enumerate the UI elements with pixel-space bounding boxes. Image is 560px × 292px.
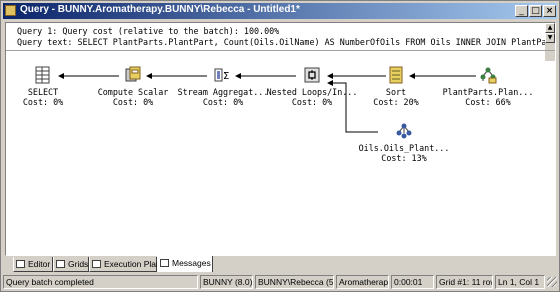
status-database: Aromatherapy — [336, 275, 389, 289]
stream-aggregate-icon: Σ — [214, 68, 229, 82]
status-elapsed: 0:00:01 — [391, 275, 434, 289]
clustered-index-scan-icon — [480, 67, 497, 84]
query-window-icon — [5, 5, 16, 16]
plan-node-nested-loops[interactable]: Nested Loops/In... Cost: 0% — [264, 66, 360, 107]
status-message: Query batch completed — [3, 275, 198, 289]
editor-icon — [16, 260, 25, 268]
tab-label: Grids — [68, 259, 89, 269]
nested-loops-icon — [304, 67, 320, 83]
tab-label: Editor — [28, 259, 51, 269]
compute-scalar-icon — [125, 66, 141, 82]
node-name: Oils.Oils_Plant... — [358, 143, 450, 153]
select-icon — [35, 66, 50, 84]
node-name: Sort — [385, 87, 407, 97]
status-grid-rows: Grid #1: 11 rows — [436, 275, 493, 289]
status-user: BUNNY\Rebecca (51) — [255, 275, 334, 289]
status-server: BUNNY (8.0) — [200, 275, 253, 289]
execution-plan-icon — [92, 260, 101, 268]
tab-label: Execution Plan — [104, 259, 161, 269]
node-cost: Cost: 66% — [465, 97, 511, 107]
node-cost: Cost: 13% — [381, 153, 427, 163]
node-name: SELECT — [27, 87, 59, 97]
node-cost: Cost: 0% — [202, 97, 244, 107]
plan-arrows — [58, 73, 476, 133]
plan-node-select[interactable]: SELECT Cost: 0% — [6, 66, 91, 107]
maximize-button[interactable]: □ — [529, 5, 542, 17]
plan-node-sort[interactable]: Sort Cost: 20% — [348, 66, 444, 107]
node-name: Compute Scalar — [97, 87, 169, 97]
messages-icon — [160, 259, 169, 267]
query-window: Query - BUNNY.Aromatherapy.BUNNY\Rebecca… — [0, 0, 560, 292]
sort-icon — [389, 66, 403, 84]
tab-grids[interactable]: Grids — [53, 257, 89, 272]
svg-text:Σ: Σ — [223, 71, 229, 82]
tab-editor[interactable]: Editor — [13, 257, 53, 272]
node-cost: Cost: 0% — [22, 97, 64, 107]
node-cost: Cost: 0% — [112, 97, 154, 107]
execution-plan-pane[interactable]: Query 1: Query cost (relative to the bat… — [5, 22, 556, 256]
plan-node-compute-scalar[interactable]: Compute Scalar Cost: 0% — [85, 66, 181, 107]
tab-messages[interactable]: Messages — [157, 256, 213, 272]
result-tabs: Editor Grids Execution Plan Messages — [5, 256, 556, 273]
node-cost: Cost: 0% — [291, 97, 333, 107]
status-position: Ln 1, Col 1 — [495, 275, 545, 289]
plan-node-oils-index-scan[interactable]: Oils.Oils_Plant... Cost: 13% — [356, 122, 452, 163]
plan-node-plantparts-scan[interactable]: PlantParts.Plan... Cost: 66% — [440, 66, 536, 107]
title-bar[interactable]: Query - BUNNY.Aromatherapy.BUNNY\Rebecca… — [3, 3, 557, 19]
node-cost: Cost: 20% — [373, 97, 419, 107]
minimize-button[interactable]: _ — [515, 5, 528, 17]
grids-icon — [56, 260, 65, 268]
tab-execution-plan[interactable]: Execution Plan — [89, 257, 161, 272]
tab-label: Messages — [172, 258, 211, 268]
resize-grip[interactable] — [547, 277, 557, 287]
plan-node-stream-aggregate[interactable]: Σ Stream Aggregat... Cost: 0% — [175, 66, 271, 107]
node-name: PlantParts.Plan... — [442, 87, 534, 97]
status-bar: Query batch completed BUNNY (8.0) BUNNY\… — [1, 275, 559, 291]
node-name: Stream Aggregat... — [177, 87, 269, 97]
close-button[interactable]: × — [543, 5, 556, 17]
node-name: Nested Loops/In... — [266, 87, 358, 97]
window-title: Query - BUNNY.Aromatherapy.BUNNY\Rebecca… — [20, 4, 300, 15]
index-scan-icon — [396, 123, 412, 139]
